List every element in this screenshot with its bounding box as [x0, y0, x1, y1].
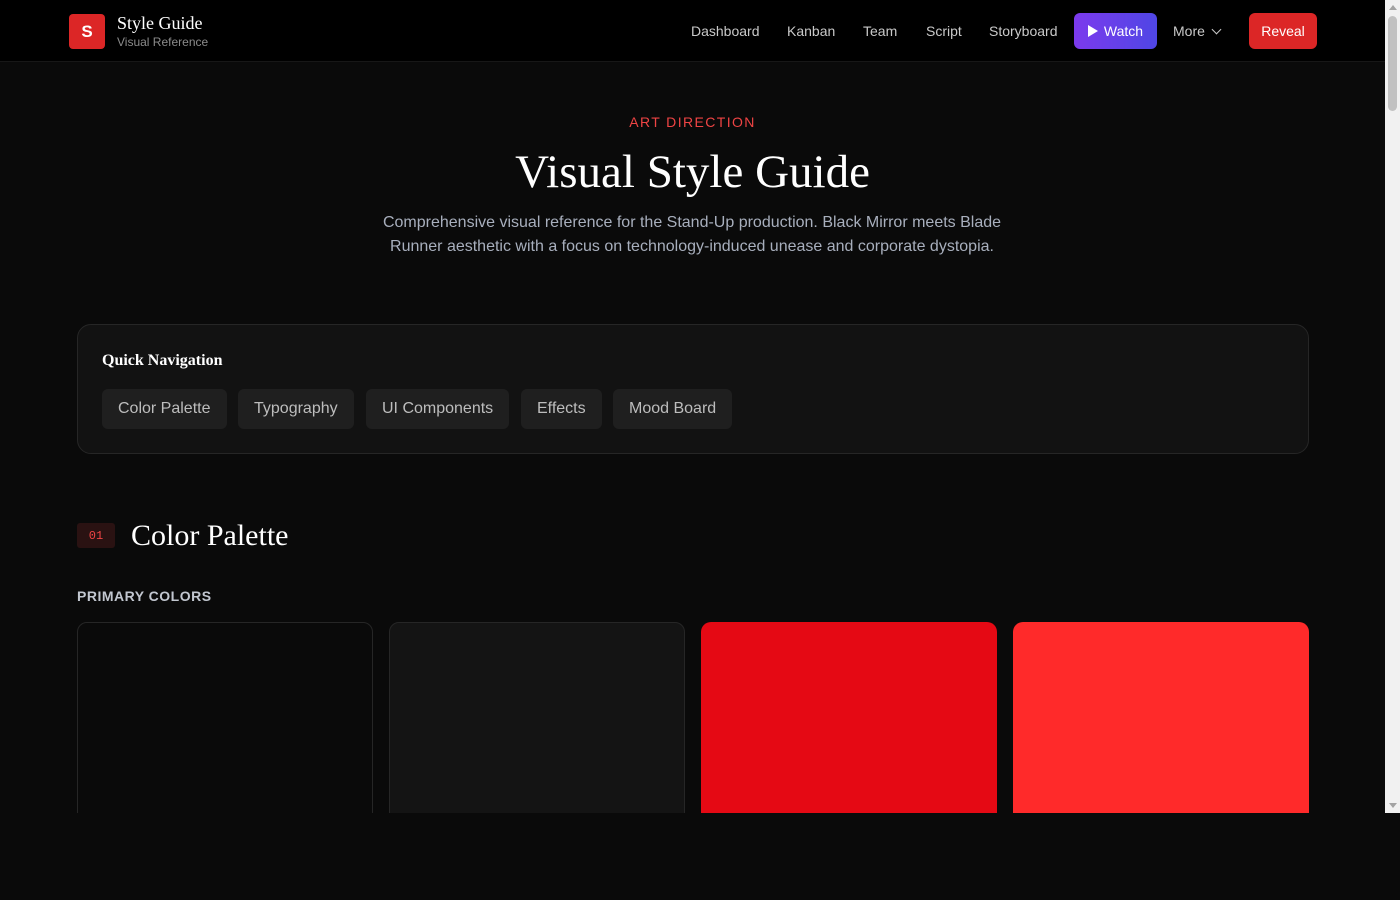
- quick-navigation-card: Quick Navigation Color Palette Typograph…: [77, 324, 1309, 454]
- primary-colors-heading: PRIMARY COLORS: [77, 588, 212, 604]
- nav-link-storyboard[interactable]: Storyboard: [989, 13, 1057, 49]
- quick-nav-color-palette[interactable]: Color Palette: [102, 389, 227, 429]
- nav-link-script[interactable]: Script: [926, 13, 962, 49]
- hero-description: Comprehensive visual reference for the S…: [382, 214, 1002, 255]
- scrollbar-thumb[interactable]: [1388, 16, 1397, 111]
- nav-link-dashboard[interactable]: Dashboard: [691, 13, 760, 49]
- nav-link-team[interactable]: Team: [863, 13, 897, 49]
- section-title: Color Palette: [131, 519, 289, 552]
- top-navbar: S Style Guide Visual Reference Dashboard…: [0, 0, 1385, 62]
- nav-link-kanban[interactable]: Kanban: [787, 13, 835, 49]
- more-label: More: [1173, 23, 1205, 39]
- page-title: Visual Style Guide: [515, 146, 870, 198]
- reveal-button[interactable]: Reveal: [1249, 13, 1317, 49]
- color-swatch[interactable]: [1013, 622, 1309, 813]
- watch-button[interactable]: Watch: [1074, 13, 1157, 49]
- watch-label: Watch: [1103, 23, 1144, 39]
- quick-navigation-title: Quick Navigation: [102, 352, 223, 369]
- quick-nav-mood-board[interactable]: Mood Board: [613, 389, 733, 429]
- quick-nav-effects[interactable]: Effects: [521, 389, 602, 429]
- color-swatch[interactable]: [77, 622, 373, 813]
- quick-nav-typography[interactable]: Typography: [238, 389, 354, 429]
- chevron-down-icon: [1211, 24, 1222, 34]
- section-number-badge: 01: [77, 523, 115, 548]
- color-swatch[interactable]: [389, 622, 685, 813]
- quick-nav-ui-components[interactable]: UI Components: [366, 389, 510, 429]
- hero-eyebrow: ART DIRECTION: [629, 114, 756, 130]
- scroll-down-arrow-icon[interactable]: [1385, 798, 1400, 813]
- color-swatch[interactable]: [701, 622, 997, 813]
- play-icon: [1087, 25, 1098, 37]
- vertical-scrollbar[interactable]: [1385, 0, 1400, 813]
- page-viewport: S Style Guide Visual Reference Dashboard…: [0, 0, 1385, 813]
- page-bottom-area: [0, 813, 1400, 900]
- scroll-up-arrow-icon[interactable]: [1385, 0, 1400, 15]
- more-dropdown[interactable]: More: [1173, 13, 1222, 49]
